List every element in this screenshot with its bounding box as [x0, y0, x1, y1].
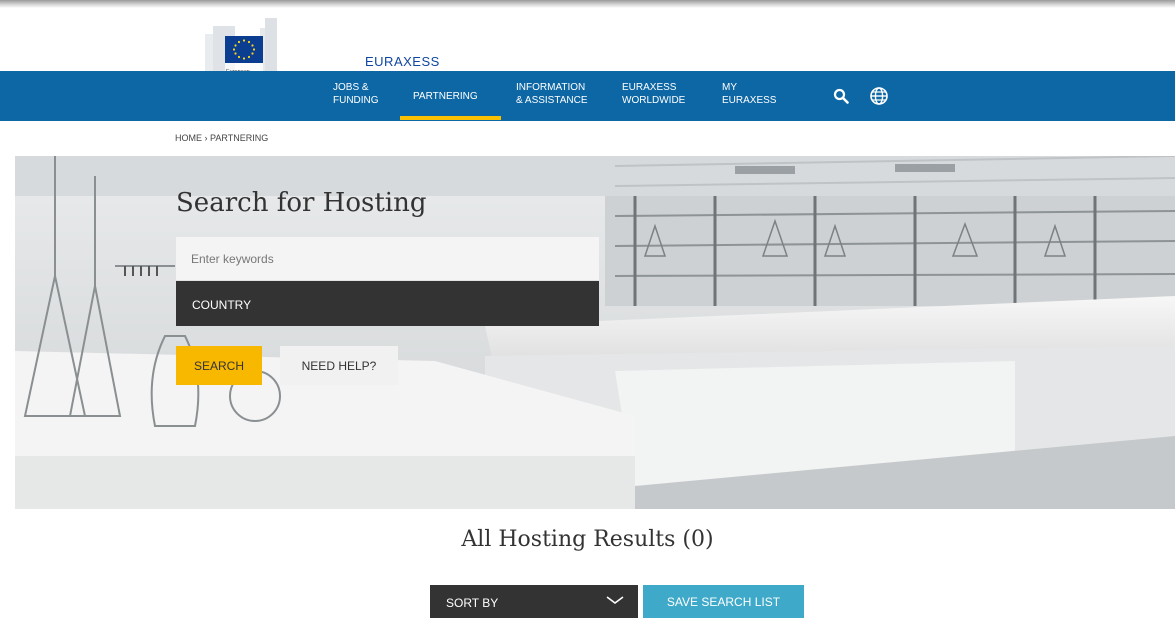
nav-partnering[interactable]: PARTNERING: [413, 71, 478, 121]
breadcrumb-separator: ›: [204, 133, 208, 143]
sort-by-label: SORT BY: [446, 596, 499, 610]
nav-my-euraxess[interactable]: MY EURAXESS: [722, 81, 776, 107]
top-shadow-line: [0, 0, 1175, 8]
globe-icon[interactable]: [869, 86, 889, 106]
sort-by-dropdown[interactable]: SORT BY: [430, 585, 638, 618]
breadcrumb-current: PARTNERING: [210, 133, 269, 143]
breadcrumb-home[interactable]: HOME: [175, 133, 202, 143]
site-name[interactable]: EURAXESS: [365, 54, 440, 69]
active-nav-indicator: [400, 116, 501, 120]
save-search-list-button[interactable]: SAVE SEARCH LIST: [643, 585, 804, 618]
search-icon[interactable]: [833, 88, 849, 104]
search-button[interactable]: SEARCH: [176, 346, 262, 385]
keywords-input[interactable]: [176, 237, 599, 280]
results-title: All Hosting Results (0): [461, 527, 714, 552]
breadcrumb: HOME › PARTNERING: [175, 133, 268, 143]
hero-title: Search for Hosting: [176, 188, 427, 218]
nav-information-assistance[interactable]: INFORMATION & ASSISTANCE: [516, 81, 588, 107]
nav-jobs-funding[interactable]: JOBS & FUNDING: [333, 81, 379, 107]
main-navigation: JOBS & FUNDING PARTNERING INFORMATION & …: [0, 71, 1175, 121]
chevron-down-icon: [606, 596, 624, 604]
need-help-button[interactable]: NEED HELP?: [280, 346, 398, 385]
country-select[interactable]: COUNTRY: [176, 281, 599, 326]
nav-euraxess-worldwide[interactable]: EURAXESS WORLDWIDE: [622, 81, 685, 107]
